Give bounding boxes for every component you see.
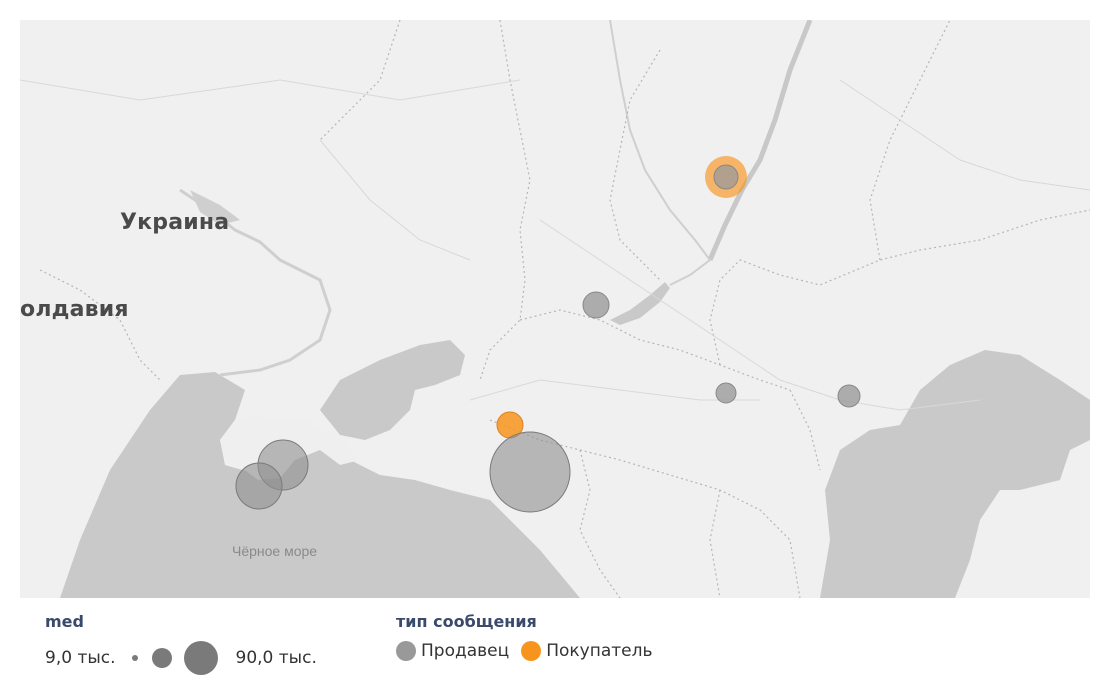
color-legend-row: Продавец Покупатель xyxy=(396,641,653,661)
legend-label-buyer[interactable]: Покупатель xyxy=(546,641,652,661)
size-dot-medium xyxy=(151,648,172,668)
size-legend: med 9,0 тыс. 90,0 тыс. xyxy=(45,612,317,675)
marker-seller-stavropol[interactable] xyxy=(715,382,737,404)
size-legend-row: 9,0 тыс. 90,0 тыс. xyxy=(45,641,317,675)
marker-seller-volgograd[interactable] xyxy=(713,164,739,190)
marker-seller-elista[interactable] xyxy=(837,384,861,408)
marker-seller-large[interactable] xyxy=(489,431,571,513)
label-moldova: олдавия xyxy=(20,297,129,322)
label-black-sea: Чёрное море xyxy=(232,543,318,559)
legend-dot-seller[interactable] xyxy=(396,641,416,661)
marker-seller-crimea-2[interactable] xyxy=(235,462,283,510)
map-svg xyxy=(20,20,1090,598)
legend-label-seller[interactable]: Продавец xyxy=(421,641,509,661)
size-dot-large xyxy=(183,641,218,675)
size-dot-small xyxy=(131,655,138,661)
map-canvas[interactable]: Украина олдавия Чёрное море xyxy=(20,20,1090,598)
size-legend-max: 90,0 тыс. xyxy=(235,648,317,668)
marker-seller-rostov[interactable] xyxy=(582,291,610,319)
size-legend-title: med xyxy=(45,612,84,631)
label-ukraine: Украина xyxy=(120,210,230,235)
color-legend-title: тип сообщения xyxy=(396,612,537,631)
size-legend-min: 9,0 тыс. xyxy=(45,648,116,668)
legend-dot-buyer[interactable] xyxy=(521,641,542,661)
color-legend: тип сообщения Продавец Покупатель xyxy=(396,612,653,661)
